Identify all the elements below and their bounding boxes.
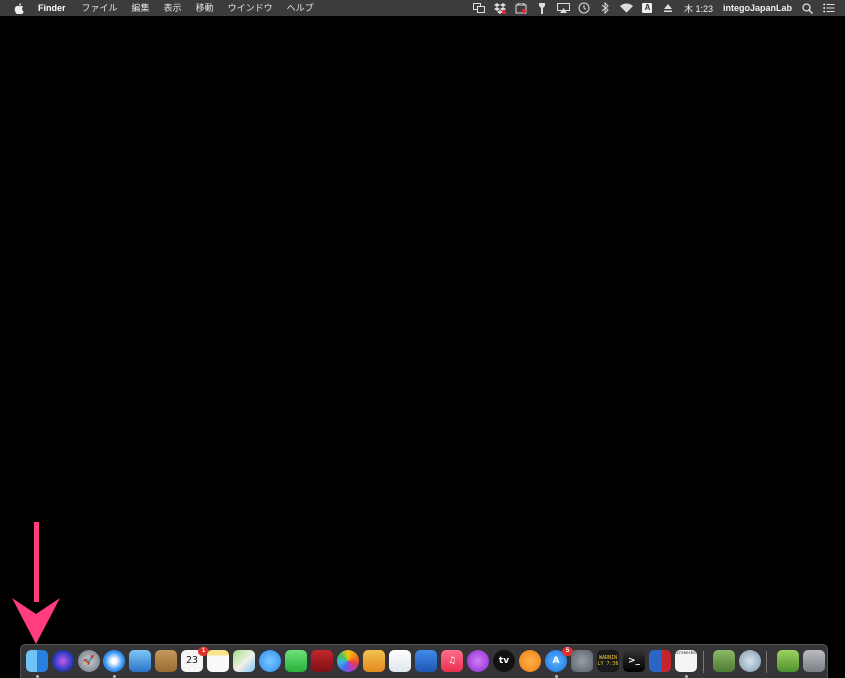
menu-bar: Finder ファイル 編集 表示 移動 ウインドウ ヘルプ A 木 1:23 …	[0, 0, 845, 16]
user-name[interactable]: integoJapanLab	[723, 3, 792, 13]
desktop[interactable]	[0, 16, 845, 644]
eject-icon[interactable]	[662, 3, 675, 14]
notification-center-icon[interactable]	[822, 3, 835, 14]
mail-icon[interactable]	[129, 650, 151, 672]
airplay-icon[interactable]	[556, 2, 570, 14]
contacts-icon[interactable]	[155, 650, 177, 672]
trash-icon[interactable]	[803, 650, 825, 672]
launchpad-glyph: 🚀	[83, 656, 95, 666]
terminal-icon[interactable]: >_	[623, 650, 645, 672]
app-name-menu[interactable]: Finder	[35, 0, 75, 16]
wifi-icon[interactable]	[619, 3, 633, 14]
calendar-label: 23	[185, 655, 199, 666]
menu-help[interactable]: ヘルプ	[280, 0, 321, 16]
console-label: WARNIN LY 7:36	[597, 655, 619, 667]
dropbox-icon[interactable]	[494, 2, 507, 14]
messages-icon[interactable]	[259, 650, 281, 672]
launchpad-icon[interactable]: 🚀	[78, 650, 100, 672]
keynote-icon[interactable]	[415, 650, 437, 672]
menu-bar-extras: A 木 1:23 integoJapanLab	[469, 0, 839, 16]
time-machine-icon[interactable]	[578, 2, 591, 14]
downloads-stack-icon[interactable]	[713, 650, 735, 672]
apple-tv-glyph: tv	[498, 656, 510, 666]
preview-icon[interactable]	[649, 650, 671, 672]
pages-icon[interactable]	[363, 650, 385, 672]
maps-icon[interactable]	[233, 650, 255, 672]
intego-icon[interactable]	[515, 2, 528, 14]
numbers-icon[interactable]	[389, 650, 411, 672]
menu-bar-left: Finder ファイル 編集 表示 移動 ウインドウ ヘルプ	[0, 0, 321, 16]
dock-separator	[766, 651, 767, 673]
dock-separator	[703, 651, 704, 673]
annotation-arrow	[12, 522, 60, 644]
safari-icon[interactable]	[103, 650, 125, 672]
menu-edit[interactable]: 編集	[125, 0, 157, 16]
notes-icon[interactable]	[207, 650, 229, 672]
flashlight-icon[interactable]	[536, 2, 549, 14]
image-folder-icon[interactable]	[777, 650, 799, 672]
input-source-icon[interactable]: A	[641, 3, 654, 14]
menu-go[interactable]: 移動	[189, 0, 221, 16]
screen-mirroring-icon[interactable]	[473, 3, 486, 14]
wifi-utility-icon[interactable]	[739, 650, 761, 672]
photo-booth-icon[interactable]	[311, 650, 333, 672]
clock[interactable]: 木 1:23	[684, 2, 713, 15]
menu-window[interactable]: ウインドウ	[221, 0, 280, 16]
apple-menu-icon[interactable]	[13, 2, 25, 14]
console-icon[interactable]: WARNIN LY 7:36	[597, 650, 619, 672]
input-source-label: A	[642, 3, 653, 13]
music-glyph: ♫	[447, 656, 457, 666]
spotlight-icon[interactable]	[801, 2, 814, 14]
screenshot-icon[interactable]: Screenshot	[675, 650, 697, 672]
siri-icon[interactable]	[52, 650, 74, 672]
terminal-glyph: >_	[627, 656, 641, 666]
apple-tv-icon[interactable]: tv	[493, 650, 515, 672]
menu-file[interactable]: ファイル	[75, 0, 125, 16]
music-icon[interactable]: ♫	[441, 650, 463, 672]
menu-view[interactable]: 表示	[157, 0, 189, 16]
screenshot-label: Screenshot	[675, 650, 697, 655]
bluetooth-icon[interactable]	[599, 2, 612, 14]
books-icon[interactable]	[519, 650, 541, 672]
podcasts-icon[interactable]	[467, 650, 489, 672]
system-preferences-icon[interactable]	[571, 650, 593, 672]
finder-icon[interactable]	[26, 650, 48, 672]
photos-icon[interactable]	[337, 650, 359, 672]
app-store-glyph: A	[552, 656, 560, 666]
facetime-icon[interactable]	[285, 650, 307, 672]
dock: 🚀 23 1 ♫ tv A 5 WARNIN LY 7:36 >_ Screenshot	[20, 644, 828, 678]
